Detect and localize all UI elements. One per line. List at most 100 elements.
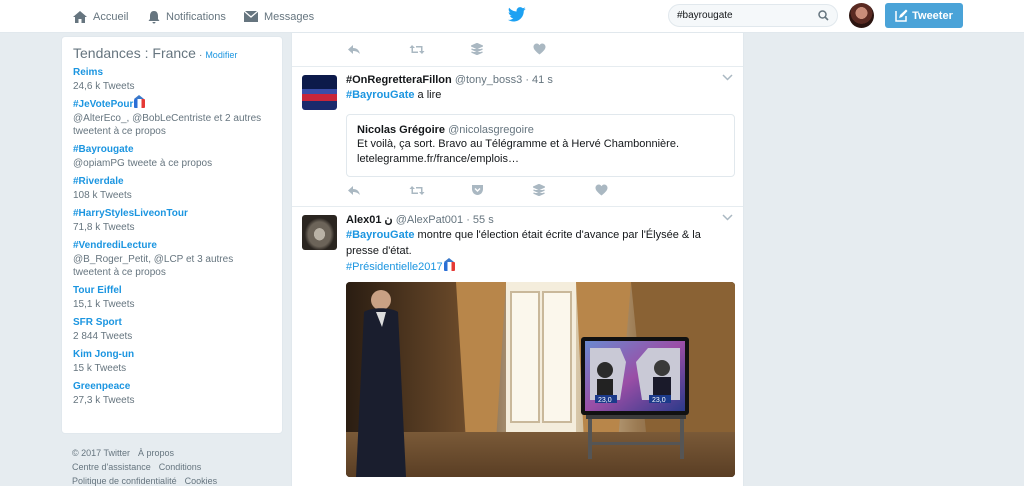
trends-panel: Tendances : France · Modifier Reims 24,6… [61, 36, 283, 434]
tweet-actions [347, 43, 595, 55]
trend-name-row[interactable]: #JeVotePour [73, 95, 271, 112]
trend-meta: @B_Roger_Petit, @LCP et 3 autres tweeten… [73, 254, 234, 278]
nav-messages-label: Messages [264, 10, 315, 23]
tweet-item[interactable]: #OnRegretteraFillon @tony_boss3 · 41 s #… [292, 67, 743, 204]
tweet-text-rest: montre que l'élection était écrite d'ava… [414, 229, 701, 241]
tweet-button[interactable]: Tweeter [885, 3, 963, 28]
retweet-action[interactable] [409, 184, 471, 196]
tweet-author-handle[interactable]: @tony_boss3 [455, 74, 522, 86]
trend-item[interactable]: Reims 24,6 k Tweets [73, 66, 271, 93]
french-flag-house-icon [443, 258, 455, 271]
footer-conditions-link[interactable]: Conditions [159, 462, 202, 472]
nav-home[interactable]: Accueil [72, 0, 128, 33]
quoted-author-handle: @nicolasgregoire [448, 124, 534, 136]
footer-about-link[interactable]: À propos [138, 448, 174, 458]
trend-item[interactable]: #HarryStylesLiveonTour 71,8 k Tweets [73, 207, 271, 234]
trend-name[interactable]: #VendrediLecture [73, 239, 271, 253]
trend-meta: 24,6 k Tweets [73, 81, 135, 92]
trend-item[interactable]: #Riverdale 108 k Tweets [73, 175, 271, 202]
trend-meta: 71,8 k Tweets [73, 222, 135, 233]
user-avatar[interactable] [849, 3, 874, 28]
trend-item[interactable]: #Bayrougate @opiamPG tweete à ce propos [73, 143, 271, 170]
site-footer: © 2017 Twitter À propos Centre d'assistan… [72, 446, 282, 486]
stack-icon [471, 43, 483, 55]
tweet-body: Alex01 ن @AlexPat001 · 55 s #BayrouGate … [346, 213, 736, 275]
trend-name[interactable]: #HarryStylesLiveonTour [73, 207, 271, 221]
search-input[interactable] [677, 10, 813, 21]
bell-icon [148, 10, 160, 23]
tweet-timestamp[interactable]: 41 s [532, 74, 553, 86]
tweet-dot: · [525, 74, 529, 86]
photo-badge-right: 23,0 [652, 397, 666, 404]
trend-name[interactable]: SFR Sport [73, 316, 271, 330]
trend-name[interactable]: Greenpeace [73, 380, 271, 394]
retweet-action[interactable] [409, 43, 471, 55]
timeline: #OnRegretteraFillon @tony_boss3 · 41 s #… [291, 33, 744, 486]
stack-icon [533, 184, 545, 196]
tweet-hashtag[interactable]: #BayrouGate [346, 229, 414, 241]
tweet-photo[interactable]: 23,0 23,0 [346, 282, 735, 477]
heart-icon [595, 184, 608, 196]
nav-messages[interactable]: Messages [243, 0, 314, 33]
trend-name[interactable]: #Riverdale [73, 175, 271, 189]
quoted-link[interactable]: letelegramme.fr/france/emplois… [357, 152, 724, 167]
tweet-author-name-suffix: ن [384, 214, 393, 226]
trend-item[interactable]: Greenpeace 27,3 k Tweets [73, 380, 271, 407]
stack-action[interactable] [471, 43, 533, 55]
search-box[interactable] [668, 4, 838, 27]
tweet-text-rest: a lire [414, 89, 442, 101]
compose-icon [895, 9, 908, 22]
tweet-hashtag[interactable]: #BayrouGate [346, 89, 414, 101]
trend-name[interactable]: Kim Jong-un [73, 348, 271, 362]
tweet-avatar[interactable] [302, 75, 337, 110]
like-action[interactable] [533, 43, 595, 55]
trend-item[interactable]: Kim Jong-un 15 k Tweets [73, 348, 271, 375]
trend-meta: 15,1 k Tweets [73, 299, 135, 310]
tweet-hashtag[interactable]: #Présidentielle2017 [346, 261, 443, 273]
tweet-avatar[interactable] [302, 215, 337, 250]
trend-item[interactable]: #VendrediLecture @B_Roger_Petit, @LCP et… [73, 239, 271, 279]
search-icon[interactable] [818, 10, 829, 21]
footer-privacy-link[interactable]: Politique de confidentialité [72, 476, 177, 486]
envelope-icon [243, 10, 259, 22]
tweet-hashtag-line: #Présidentielle2017 [346, 258, 736, 275]
tweet-timestamp[interactable]: 55 s [473, 214, 494, 226]
tweet-header: Alex01 ن @AlexPat001 · 55 s [346, 213, 736, 227]
tweet-author-name[interactable]: Alex01 [346, 214, 381, 226]
tweet-author-handle[interactable]: @AlexPat001 [396, 214, 463, 226]
quoted-tweet[interactable]: Nicolas Grégoire @nicolasgregoire Et voi… [346, 114, 735, 177]
trends-edit-link[interactable]: Modifier [205, 50, 237, 60]
trend-item[interactable]: #JeVotePour @AlterEco_, @BobLeCentriste … [73, 95, 271, 138]
trend-item[interactable]: Tour Eiffel 15,1 k Tweets [73, 284, 271, 311]
tweet-body: #OnRegretteraFillon @tony_boss3 · 41 s #… [346, 73, 736, 103]
trend-name[interactable]: Tour Eiffel [73, 284, 271, 298]
photo-badge-left: 23,0 [598, 397, 612, 404]
trend-meta: 2 844 Tweets [73, 331, 133, 342]
heart-icon [533, 43, 546, 55]
footer-cookies-link[interactable]: Cookies [185, 476, 218, 486]
tweet-item[interactable]: Alex01 ن @AlexPat001 · 55 s #BayrouGate … [292, 207, 743, 486]
trend-meta: 108 k Tweets [73, 190, 132, 201]
reply-action[interactable] [347, 43, 409, 55]
reply-action[interactable] [347, 184, 409, 196]
nav-notifications-label: Notifications [166, 10, 226, 23]
photo-scene: 23,0 23,0 [346, 282, 735, 477]
quoted-text-line: Et voilà, ça sort. Bravo au Télégramme e… [357, 138, 680, 150]
stack-action[interactable] [533, 184, 595, 196]
quoted-author-name: Nicolas Grégoire [357, 124, 446, 136]
footer-help-link[interactable]: Centre d'assistance [72, 462, 151, 472]
tweet-author-name[interactable]: #OnRegretteraFillon [346, 74, 452, 86]
nav-notifications[interactable]: Notifications [147, 0, 226, 33]
pocket-action[interactable] [471, 184, 533, 196]
home-icon [73, 10, 87, 23]
top-nav-bar: Accueil Notifications Messages Tweeter [0, 0, 1024, 33]
tweet-header: #OnRegretteraFillon @tony_boss3 · 41 s [346, 73, 736, 87]
trend-name[interactable]: Reims [73, 66, 271, 80]
tweet-actions [347, 184, 657, 196]
trend-item[interactable]: SFR Sport 2 844 Tweets [73, 316, 271, 343]
like-action[interactable] [595, 184, 657, 196]
trend-name[interactable]: #JeVotePour [73, 99, 133, 110]
twitter-bird-icon[interactable] [508, 7, 526, 22]
pocket-icon [472, 185, 483, 195]
trend-name[interactable]: #Bayrougate [73, 143, 271, 157]
